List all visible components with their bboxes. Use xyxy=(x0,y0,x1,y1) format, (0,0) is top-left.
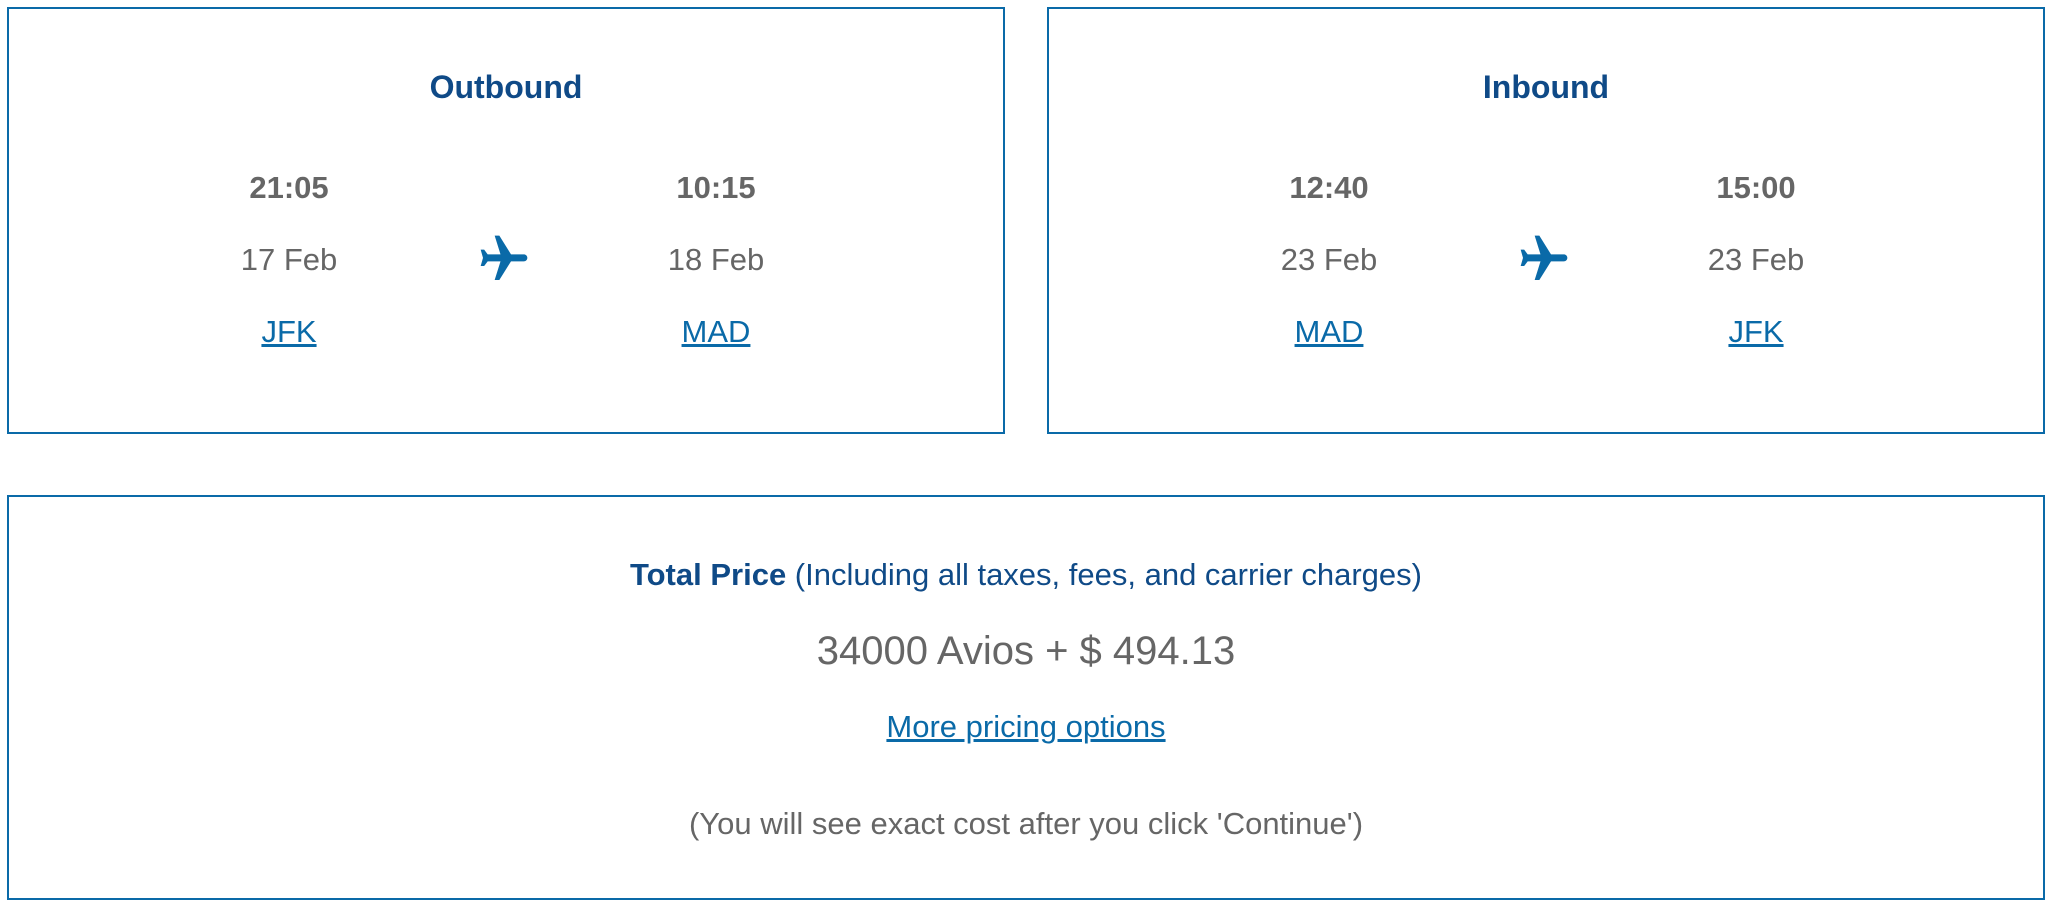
price-panel: Total Price (Including all taxes, fees, … xyxy=(7,495,2045,900)
departure-airport-link[interactable]: JFK xyxy=(159,310,419,354)
outbound-panel: Outbound 21:05 17 Feb JFK 10:15 18 Feb M… xyxy=(7,7,1005,434)
more-pricing-options-link[interactable]: More pricing options xyxy=(886,709,1165,744)
airplane-icon xyxy=(1520,235,1568,280)
outbound-title: Outbound xyxy=(429,69,583,105)
departure-airport-link[interactable]: MAD xyxy=(1199,310,1459,354)
price-title-qualifier: (Including all taxes, fees, and carrier … xyxy=(786,557,1422,592)
arrival-date: 23 Feb xyxy=(1707,242,1805,277)
more-pricing-container: More pricing options xyxy=(9,709,2043,745)
price-title-bold: Total Price xyxy=(629,557,787,592)
arrival-airport-link[interactable]: JFK xyxy=(1626,310,1886,354)
inbound-arrival: 15:00 23 Feb JFK xyxy=(1626,166,1886,354)
arrival-date: 18 Feb xyxy=(667,242,765,277)
arrival-time: 15:00 xyxy=(1716,170,1796,205)
arrival-time: 10:15 xyxy=(676,170,756,205)
airplane-icon xyxy=(480,235,528,280)
departure-date: 23 Feb xyxy=(1280,242,1378,277)
price-note: (You will see exact cost after you click… xyxy=(688,806,1364,841)
outbound-departure: 21:05 17 Feb JFK xyxy=(159,166,419,354)
inbound-title: Inbound xyxy=(1482,69,1610,105)
outbound-arrival: 10:15 18 Feb MAD xyxy=(586,166,846,354)
price-title: Total Price (Including all taxes, fees, … xyxy=(9,557,2043,593)
departure-time: 12:40 xyxy=(1289,170,1369,205)
departure-time: 21:05 xyxy=(249,170,329,205)
inbound-departure: 12:40 23 Feb MAD xyxy=(1199,166,1459,354)
inbound-panel: Inbound 12:40 23 Feb MAD 15:00 23 Feb JF… xyxy=(1047,7,2045,434)
arrival-airport-link[interactable]: MAD xyxy=(586,310,846,354)
departure-date: 17 Feb xyxy=(240,242,338,277)
price-value: 34000 Avios + $ 494.13 xyxy=(816,629,1236,673)
